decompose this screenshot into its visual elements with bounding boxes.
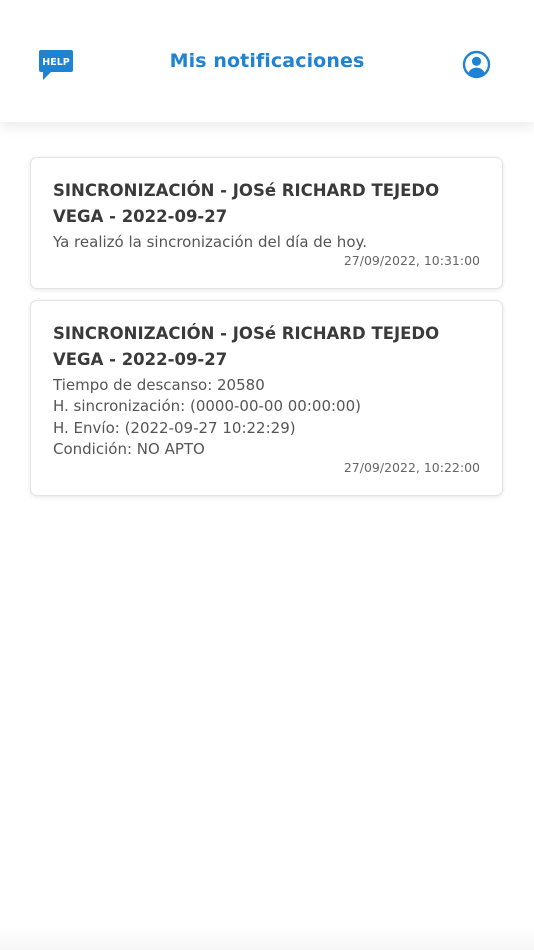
notification-card[interactable]: SINCRONIZACIÓN - JOSé RICHARD TEJEDO VEG… — [30, 157, 503, 289]
app-header: HELP Mis notificaciones — [0, 0, 534, 122]
notification-body: Ya realizó la sincronización del día de … — [53, 233, 367, 251]
notification-timestamp: 27/09/2022, 10:31:00 — [343, 252, 480, 268]
notification-body: Tiempo de descanso: 20580 H. sincronizac… — [53, 375, 361, 459]
page-title: Mis notificaciones — [169, 50, 365, 72]
notification-card[interactable]: SINCRONIZACIÓN - JOSé RICHARD TEJEDO VEG… — [30, 299, 503, 496]
notifications-list: SINCRONIZACIÓN - JOSé RICHARD TEJEDO VEG… — [30, 157, 503, 507]
notification-title: SINCRONIZACIÓN - JOSé RICHARD TEJEDO VEG… — [53, 181, 440, 226]
profile-button[interactable] — [462, 50, 491, 79]
bottom-edge-shadow — [0, 928, 534, 950]
notification-timestamp: 27/09/2022, 10:22:00 — [343, 459, 480, 475]
notification-title: SINCRONIZACIÓN - JOSé RICHARD TEJEDO VEG… — [53, 323, 440, 369]
user-icon — [462, 50, 491, 79]
